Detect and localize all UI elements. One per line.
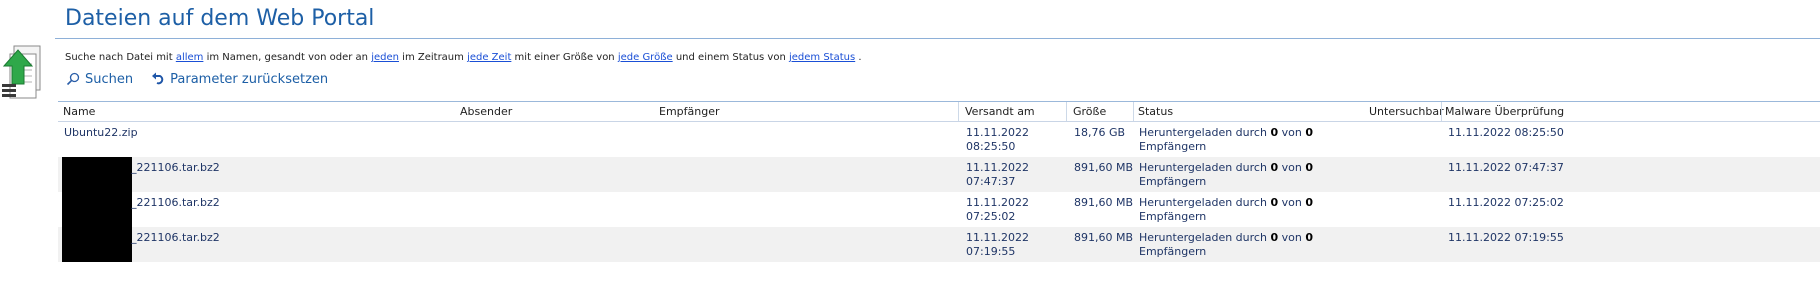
column-header-size[interactable]: Größe [1073, 105, 1106, 118]
size-filter-link[interactable]: jede Größe [618, 52, 673, 63]
sent-datetime: 11.11.2022 07:47:37 [966, 161, 1029, 188]
period-filter-link[interactable]: jede Zeit [467, 52, 511, 63]
column-header-sent[interactable]: Versandt am [965, 105, 1035, 118]
file-size: 891,60 MB [1074, 196, 1134, 209]
column-separator[interactable] [958, 102, 959, 121]
column-header-name[interactable]: Name [63, 105, 95, 118]
column-header-malware[interactable]: Malware Überprüfung [1445, 105, 1564, 118]
file-size: 891,60 MB [1074, 231, 1134, 244]
search-button[interactable]: Suchen [66, 72, 133, 87]
reset-button-label: Parameter zurücksetzen [170, 71, 329, 87]
sent-datetime: 11.11.2022 07:19:55 [966, 231, 1029, 258]
files-table: Name Absender Empfänger Versandt am Größ… [58, 101, 1820, 262]
column-separator[interactable] [1066, 102, 1067, 121]
page-title: Dateien auf dem Web Portal [65, 6, 375, 31]
redacted-area [62, 227, 132, 262]
column-header-status[interactable]: Status [1138, 105, 1173, 118]
file-size: 18,76 GB [1074, 126, 1126, 139]
search-icon [66, 72, 80, 86]
file-name-link[interactable]: _221106.tar.bz2 [131, 161, 220, 175]
party-filter-link[interactable]: jeden [371, 52, 399, 63]
malware-check-time: 11.11.2022 07:25:02 [1448, 196, 1564, 209]
upload-document-icon [2, 45, 41, 99]
malware-check-time: 11.11.2022 07:47:37 [1448, 161, 1564, 174]
column-header-examinable[interactable]: Untersuchbar [1369, 105, 1444, 118]
malware-check-time: 11.11.2022 08:25:50 [1448, 126, 1564, 139]
name-filter-link[interactable]: allem [176, 52, 204, 63]
column-header-sender[interactable]: Absender [460, 105, 512, 118]
redacted-area [62, 192, 132, 227]
table-row[interactable]: _221106.tar.bz2 11.11.2022 07:25:02 891,6… [58, 192, 1820, 227]
download-status: Heruntergeladen durch 0 von 0 Empfängern [1139, 126, 1313, 153]
file-name-link[interactable]: _221106.tar.bz2 [131, 196, 220, 210]
file-name-link[interactable]: Ubuntu22.zip [64, 126, 138, 140]
table-row[interactable]: _221106.tar.bz2 11.11.2022 07:47:37 891,6… [58, 157, 1820, 192]
search-button-label: Suchen [85, 71, 134, 87]
malware-check-time: 11.11.2022 07:19:55 [1448, 231, 1564, 244]
reset-parameters-button[interactable]: Parameter zurücksetzen [151, 72, 328, 87]
table-header: Name Absender Empfänger Versandt am Größ… [58, 102, 1820, 122]
file-size: 891,60 MB [1074, 161, 1134, 174]
redacted-area [62, 157, 132, 192]
table-row[interactable]: _221106.tar.bz2 11.11.2022 07:19:55 891,6… [58, 227, 1820, 262]
title-divider [55, 38, 1820, 39]
reset-arrow-icon [152, 72, 164, 85]
download-status: Heruntergeladen durch 0 von 0 Empfängern [1139, 161, 1313, 188]
column-header-recipient[interactable]: Empfänger [659, 105, 720, 118]
column-separator[interactable] [1133, 102, 1134, 121]
column-separator[interactable] [1441, 102, 1442, 121]
file-name-link[interactable]: _221106.tar.bz2 [131, 231, 220, 245]
download-status: Heruntergeladen durch 0 von 0 Empfängern [1139, 196, 1313, 223]
download-status: Heruntergeladen durch 0 von 0 Empfängern [1139, 231, 1313, 258]
sent-datetime: 11.11.2022 08:25:50 [966, 126, 1029, 153]
sent-datetime: 11.11.2022 07:25:02 [966, 196, 1029, 223]
table-row[interactable]: Ubuntu22.zip 11.11.2022 08:25:50 18,76 GB… [58, 122, 1820, 157]
status-filter-link[interactable]: jedem Status [789, 52, 855, 63]
search-criteria: Suche nach Datei mit allem im Namen, ges… [65, 52, 862, 63]
